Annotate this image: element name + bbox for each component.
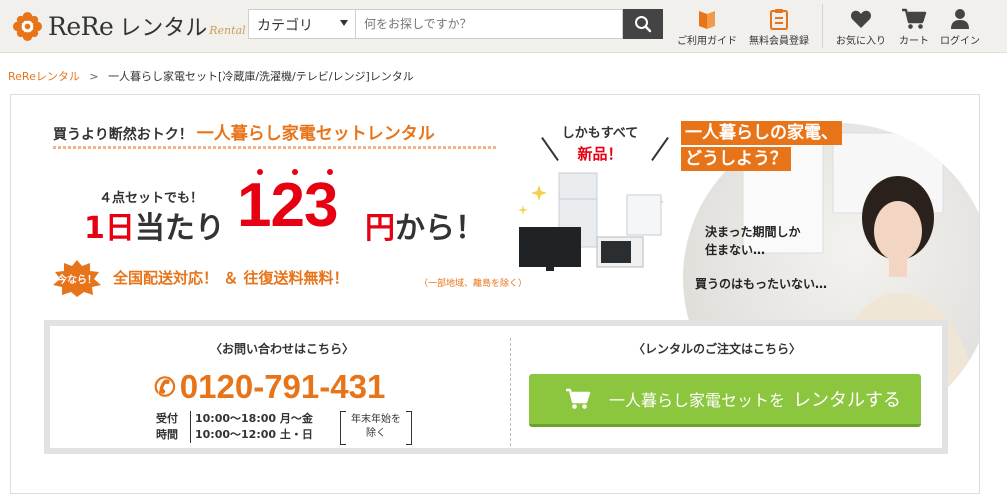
- nav-login-label: ログイン: [940, 36, 980, 47]
- hero-tagline: 買うより断然おトク！ 一人暮らし家電セットレンタル: [53, 119, 435, 144]
- logo-mark-icon: [12, 11, 43, 41]
- yen-text: 円: [365, 211, 395, 246]
- category-select[interactable]: カテゴリ: [248, 9, 355, 39]
- nav-divider: [822, 4, 823, 48]
- appliance-set-image: [518, 172, 664, 271]
- bubble-line-2: 新品！: [577, 145, 623, 163]
- logo-text-rental: レンタル: [119, 16, 208, 41]
- heart-icon: [850, 10, 872, 28]
- site-logo[interactable]: ReRe レンタル Rental: [12, 8, 246, 44]
- breadcrumb: ReReレンタル > 一人暮らし家電セット[冷蔵庫/洗濯機/テレビ/レンジ]レン…: [8, 68, 414, 84]
- inquiry-heading: 〈お問い合わせはこちら〉: [210, 342, 355, 356]
- clipboard-icon: [770, 9, 788, 30]
- kara-text: から！: [395, 211, 485, 246]
- breadcrumb-current: 一人暮らし家電セット[冷蔵庫/洗濯機/テレビ/レンジ]レンタル: [108, 70, 414, 83]
- per-day-2: 当たり: [134, 211, 225, 246]
- phone-number-text: 0120-791-431: [179, 368, 386, 405]
- nav-favorites-label: お気に入り: [836, 36, 886, 47]
- holiday-note-2: 除く: [366, 428, 386, 439]
- hero-divider: [53, 146, 497, 149]
- logo-text: ReRe: [48, 11, 114, 41]
- holiday-note-1: 年末年始を: [351, 414, 401, 425]
- search-icon: [635, 16, 652, 33]
- worry-line-2: 住まない…: [705, 243, 766, 257]
- search-input[interactable]: [355, 9, 623, 39]
- phone-icon: ✆: [154, 371, 176, 402]
- nav-guide[interactable]: ご利用ガイド: [677, 6, 737, 47]
- main-panel: 買うより断然おトク！ 一人暮らし家電セットレンタル ４点セットでも！ 1日当たり …: [10, 94, 980, 494]
- hours-line-2: 10:00〜12:00 土・日: [195, 428, 313, 441]
- question-line-2: どうしよう？: [681, 147, 791, 171]
- hours-label-2: 時間: [156, 428, 178, 441]
- phone-number[interactable]: ✆ 0120-791-431: [154, 368, 385, 406]
- hours-line-1: 10:00〜18:00 月〜金: [195, 412, 313, 425]
- order-heading: 〈レンタルのご注文はこちら〉: [633, 342, 802, 356]
- cart-icon: [902, 8, 927, 29]
- now-badge-label: 今なら！: [56, 273, 97, 286]
- per-day-text: 1日当たり: [84, 203, 225, 247]
- search-bar: カテゴリ: [248, 9, 663, 39]
- hero-tagline-text: 買うより断然おトク！: [53, 127, 193, 143]
- cart-icon: [566, 388, 591, 409]
- now-badge: 今なら！: [53, 260, 101, 297]
- worry-text: 決まった期間しか 住まない…: [705, 223, 801, 259]
- site-header: ReRe レンタル Rental カテゴリ ご利用ガイド: [0, 0, 1007, 53]
- user-icon: [951, 9, 969, 29]
- contact-box: 〈お問い合わせはこちら〉 ✆ 0120-791-431 受付 時間 10:00〜…: [44, 320, 948, 454]
- price-number: 123: [237, 171, 338, 240]
- nav-register[interactable]: 無料会員登録: [749, 6, 809, 47]
- guide-book-icon: [699, 11, 715, 29]
- question-line-1: 一人暮らしの家電、: [681, 121, 842, 145]
- rent-button-text: 一人暮らし家電セットを: [609, 391, 786, 410]
- rent-button-text-big: レンタルする: [793, 390, 902, 411]
- business-hours: 受付 時間 10:00〜18:00 月〜金 10:00〜12:00 土・日: [156, 411, 313, 443]
- nav-register-label: 無料会員登録: [749, 36, 809, 47]
- worry-line-3: 買うのはもったいない…: [695, 277, 828, 291]
- question-text: 一人暮らしの家電、 どうしよう？: [681, 121, 842, 173]
- holiday-note: 年末年始を 除く: [340, 411, 412, 445]
- contact-divider: [510, 338, 511, 446]
- bubble-line-1: しかもすべて: [561, 126, 639, 141]
- logo-script: Rental: [209, 23, 246, 37]
- search-button[interactable]: [623, 9, 663, 39]
- shipping-note: （一部地域、離島を除く）: [419, 279, 528, 289]
- nav-cart[interactable]: カート: [899, 6, 929, 47]
- dropdown-arrow-icon: [340, 20, 348, 26]
- yen-kara-text: 円から！: [365, 203, 485, 247]
- worry-line-1: 決まった期間しか: [705, 225, 801, 239]
- hero-tagline-accent: 一人暮らし家電セットレンタル: [196, 124, 435, 144]
- per-day-1: 1日: [84, 211, 135, 246]
- new-items-bubble: しかもすべて 新品！: [545, 120, 655, 175]
- nav-guide-label: ご利用ガイド: [677, 36, 737, 47]
- shipping-text: 全国配送対応！ ＆ 往復送料無料！: [113, 269, 349, 287]
- nav-login[interactable]: ログイン: [940, 6, 980, 47]
- category-select-value: カテゴリ: [257, 18, 313, 34]
- nav-favorites[interactable]: お気に入り: [836, 6, 886, 47]
- hours-label-1: 受付: [156, 412, 178, 425]
- rent-now-button[interactable]: 一人暮らし家電セットを レンタルする: [529, 374, 921, 427]
- breadcrumb-separator: >: [89, 70, 99, 83]
- breadcrumb-home-link[interactable]: ReReレンタル: [8, 70, 80, 83]
- nav-cart-label: カート: [899, 36, 929, 47]
